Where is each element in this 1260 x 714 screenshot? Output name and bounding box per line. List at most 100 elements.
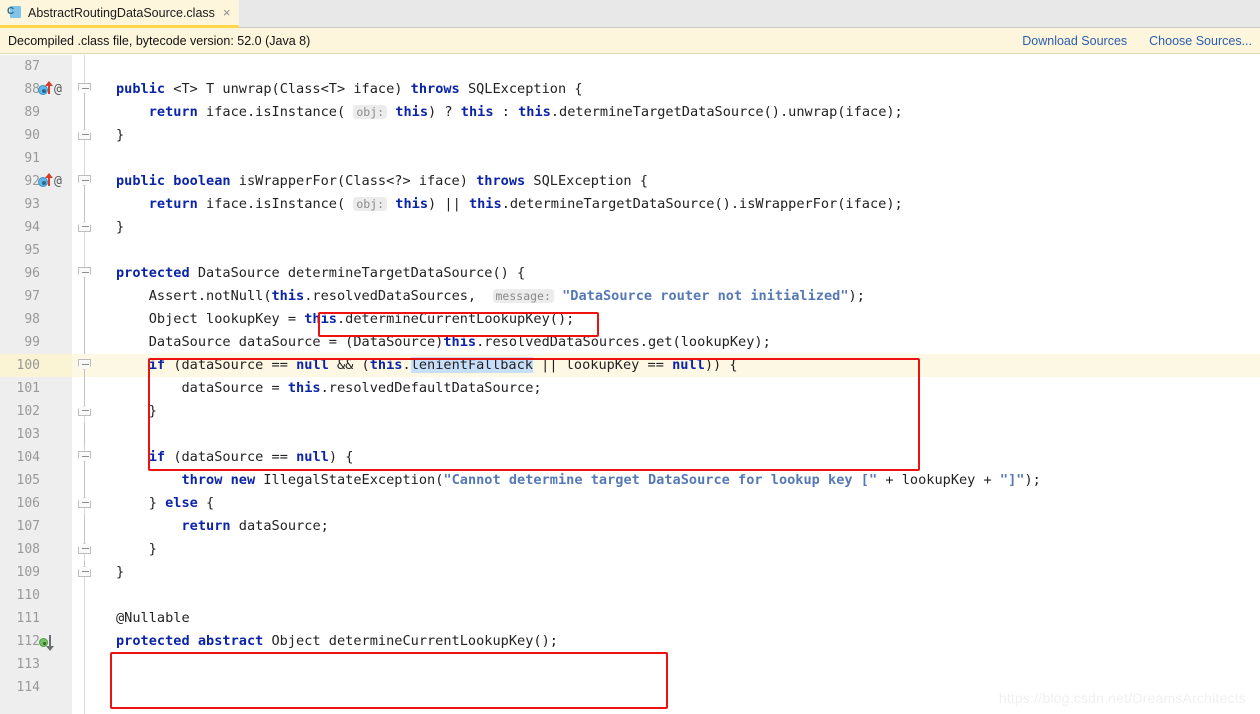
code-text[interactable]: } xyxy=(116,561,124,584)
code-fold-marker[interactable] xyxy=(78,354,92,377)
code-line[interactable]: 101 dataSource = this.resolvedDefaultDat… xyxy=(0,377,1260,400)
keyword: this xyxy=(468,196,502,212)
code-line[interactable]: 94} xyxy=(0,216,1260,239)
line-number: 95 xyxy=(24,243,40,258)
code-fold-marker[interactable] xyxy=(78,561,92,584)
code-text[interactable]: if (dataSource == null) { xyxy=(116,446,354,469)
code-text[interactable]: public boolean isWrapperFor(Class<?> ifa… xyxy=(116,170,648,193)
implemented-method-icon[interactable] xyxy=(36,630,66,653)
code-text[interactable]: return dataSource; xyxy=(116,515,328,538)
code-text[interactable]: return iface.isInstance( obj: this) ? th… xyxy=(116,101,903,124)
code-line[interactable]: 88 @ public <T> T unwrap(Class<T> iface) t… xyxy=(0,78,1260,101)
code-line[interactable]: 113 xyxy=(0,653,1260,676)
code-fold-marker[interactable] xyxy=(78,262,92,285)
code-text[interactable]: throw new IllegalStateException("Cannot … xyxy=(116,469,1041,492)
keyword: null xyxy=(296,357,337,373)
code-line[interactable]: 109} xyxy=(0,561,1260,584)
parameter-hint: obj: xyxy=(353,105,388,119)
code-fold-marker[interactable] xyxy=(78,515,92,538)
code-text[interactable]: return iface.isInstance( obj: this) || t… xyxy=(116,193,903,216)
line-number: 113 xyxy=(16,657,40,672)
code-text[interactable]: } xyxy=(116,400,157,423)
code-editor[interactable]: 87 88 @ public <T> T unwrap(Class<T> iface)… xyxy=(0,55,1260,714)
code-fold-marker[interactable] xyxy=(78,124,92,147)
code-fold-marker[interactable] xyxy=(78,170,92,193)
code-line[interactable]: 90} xyxy=(0,124,1260,147)
code-fold-marker[interactable] xyxy=(78,285,92,308)
code-fold-marker[interactable] xyxy=(78,377,92,400)
code-token: || lookupKey == xyxy=(532,357,673,373)
overriding-method-icon[interactable]: @ xyxy=(36,78,66,101)
code-line[interactable]: 108 } xyxy=(0,538,1260,561)
code-line[interactable]: 98 Object lookupKey = this.determineCurr… xyxy=(0,308,1260,331)
keyword: throw new xyxy=(181,472,264,488)
code-text[interactable]: Assert.notNull(this.resolvedDataSources,… xyxy=(116,285,865,308)
code-text[interactable]: protected abstract Object determineCurre… xyxy=(116,630,558,653)
close-icon[interactable]: × xyxy=(221,6,231,19)
line-number: 90 xyxy=(24,128,40,143)
download-sources-link[interactable]: Download Sources xyxy=(1022,34,1127,48)
code-text[interactable]: } xyxy=(116,216,124,239)
code-line[interactable]: 91 xyxy=(0,147,1260,170)
code-fold-marker[interactable] xyxy=(78,216,92,239)
code-fold-marker[interactable] xyxy=(78,193,92,216)
code-text[interactable]: public <T> T unwrap(Class<T> iface) thro… xyxy=(116,78,583,101)
code-text[interactable]: Object lookupKey = this.determineCurrent… xyxy=(116,308,575,331)
code-line[interactable]: 87 xyxy=(0,55,1260,78)
code-token: ); xyxy=(1024,472,1041,488)
code-text[interactable]: } xyxy=(116,538,157,561)
overriding-method-icon[interactable]: @ xyxy=(36,170,66,193)
code-fold-marker[interactable] xyxy=(78,446,92,469)
code-text[interactable]: if (dataSource == null && (this.lenientF… xyxy=(116,354,738,377)
code-text[interactable]: DataSource dataSource = (DataSource)this… xyxy=(116,331,771,354)
code-line[interactable]: 102 } xyxy=(0,400,1260,423)
ide-editor-window: C AbstractRoutingDataSource.class × Deco… xyxy=(0,0,1260,714)
code-token: SQLException { xyxy=(467,81,583,97)
code-line[interactable]: 110 xyxy=(0,584,1260,607)
code-line[interactable]: 105 throw new IllegalStateException("Can… xyxy=(0,469,1260,492)
code-text[interactable]: } else { xyxy=(116,492,214,515)
line-number: 88 xyxy=(24,82,40,97)
code-line[interactable]: 103 xyxy=(0,423,1260,446)
code-text[interactable]: } xyxy=(116,124,124,147)
code-fold-marker[interactable] xyxy=(78,469,92,492)
keyword: null xyxy=(672,357,705,373)
line-number: 112 xyxy=(16,634,40,649)
editor-tab-abstract-routing-datasource[interactable]: C AbstractRoutingDataSource.class × xyxy=(0,0,239,28)
code-token: && ( xyxy=(337,357,370,373)
code-line[interactable]: 93 return iface.isInstance( obj: this) |… xyxy=(0,193,1260,216)
code-fold-marker[interactable] xyxy=(78,400,92,423)
code-text[interactable]: dataSource = this.resolvedDefaultDataSou… xyxy=(116,377,541,400)
code-line[interactable]: 99 DataSource dataSource = (DataSource)t… xyxy=(0,331,1260,354)
class-icon-letter: C xyxy=(7,6,15,17)
code-line[interactable]: 104 if (dataSource == null) { xyxy=(0,446,1260,469)
code-fold-marker[interactable] xyxy=(78,423,92,446)
code-fold-marker[interactable] xyxy=(78,308,92,331)
code-line[interactable]: 97 Assert.notNull(this.resolvedDataSourc… xyxy=(0,285,1260,308)
code-line[interactable]: 95 xyxy=(0,239,1260,262)
code-line[interactable]: 112 protected abstract Object determineCu… xyxy=(0,630,1260,653)
code-fold-marker[interactable] xyxy=(78,78,92,101)
code-line[interactable]: 107 return dataSource; xyxy=(0,515,1260,538)
line-number: 106 xyxy=(16,496,40,511)
choose-sources-link[interactable]: Choose Sources... xyxy=(1149,34,1252,48)
decompiled-notification-banner: Decompiled .class file, bytecode version… xyxy=(0,28,1260,54)
code-fold-marker[interactable] xyxy=(78,538,92,561)
code-fold-marker[interactable] xyxy=(78,331,92,354)
code-token: (dataSource == xyxy=(173,357,297,373)
code-token: Assert.notNull( xyxy=(116,288,272,304)
code-line[interactable]: 89 return iface.isInstance( obj: this) ?… xyxy=(0,101,1260,124)
code-line[interactable]: 111 @Nullable xyxy=(0,607,1260,630)
code-token: } xyxy=(116,495,166,511)
code-line[interactable]: 92 @ public boolean isWrapperFor(Class<?> … xyxy=(0,170,1260,193)
code-fold-marker[interactable] xyxy=(78,492,92,515)
code-line[interactable]: 100 if (dataSource == null && (this.leni… xyxy=(0,354,1260,377)
code-fold-marker[interactable] xyxy=(78,101,92,124)
keyword: this xyxy=(369,357,403,373)
code-line[interactable]: 96 protected DataSource determineTargetDa… xyxy=(0,262,1260,285)
code-text[interactable]: @Nullable xyxy=(116,607,190,630)
code-text[interactable]: protected DataSource determineTargetData… xyxy=(116,262,525,285)
code-line[interactable]: 106 } else { xyxy=(0,492,1260,515)
code-token: .determineTargetDataSource().isWrapperFo… xyxy=(501,196,903,212)
